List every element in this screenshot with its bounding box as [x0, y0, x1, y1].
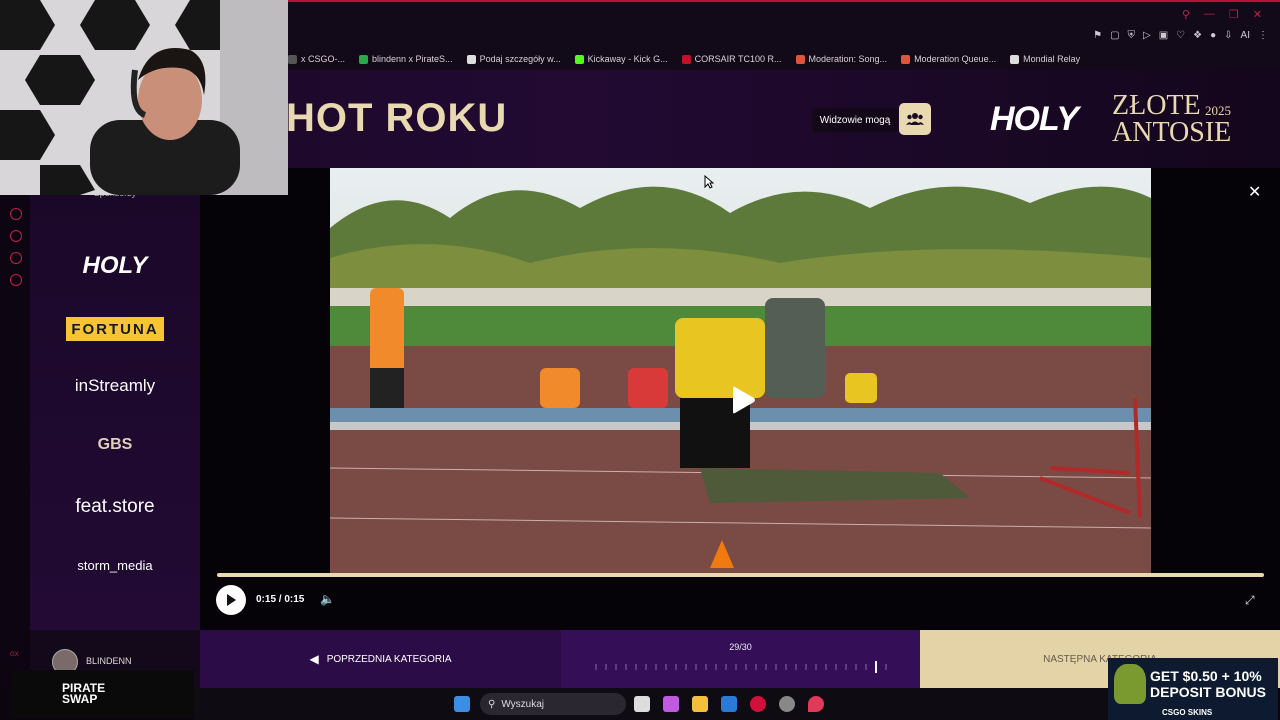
category-ticks [595, 661, 887, 673]
close-video-button[interactable]: ✕ [1248, 182, 1261, 202]
bookmark-label: x CSGO-... [301, 54, 346, 64]
copilot-icon[interactable] [663, 696, 679, 712]
app-icon[interactable] [779, 696, 795, 712]
time-display: 0:15 / 0:15 [256, 594, 305, 605]
volume-icon[interactable]: 🔈 [320, 592, 335, 606]
pirate-swap-ad[interactable]: PIRATE SWAP [12, 670, 194, 718]
csgo-ad-line2: DEPOSIT BONUS [1150, 684, 1266, 700]
sponsors-sidebar: Sponsorzy HOLY FORTUNA inStreamly GBS fe… [30, 168, 200, 630]
previous-category-button[interactable]: ◀ POPRZEDNIA KATEGORIA [200, 630, 561, 688]
heart-icon[interactable]: ♡ [1176, 30, 1185, 41]
video-scene [330, 168, 1151, 575]
bookmark-label: CORSAIR TC100 R... [694, 54, 782, 64]
side-icon-rail: GX [0, 168, 30, 688]
viewers-button[interactable] [899, 103, 931, 135]
holy-logo: HOLY [990, 100, 1079, 138]
taskbar-search-placeholder: Wyszukaj [501, 698, 545, 710]
bookmark-favicon-icon [1010, 54, 1020, 64]
opera-gx-icon[interactable] [750, 696, 766, 712]
bookmark-favicon-icon [681, 54, 691, 64]
taskbar-search[interactable]: ⚲ Wyszukaj [480, 693, 626, 715]
bookmark-label: Moderation: Song... [808, 54, 888, 64]
mascot-icon [1114, 664, 1146, 704]
category-progress: 29/30 [561, 630, 920, 688]
play-overlay-icon[interactable] [730, 386, 756, 414]
bookmark-item[interactable]: Moderation Queue... [901, 54, 996, 64]
window-controls: ⚲ — ❐ ✕ [1182, 8, 1262, 21]
ai-button[interactable]: AI [1241, 30, 1250, 41]
award-logo: ZŁOTE ANTOSIE [1112, 90, 1232, 148]
bookmark-item[interactable]: blindenn x PirateS... [359, 54, 453, 64]
bookmark-item[interactable]: Moderation: Song... [795, 54, 888, 64]
bookmark-label: Kickaway - Kick G... [587, 54, 668, 64]
search-icon[interactable]: ⚲ [1182, 8, 1190, 21]
bookmark-favicon-icon [574, 54, 584, 64]
restore-icon[interactable]: ❐ [1229, 8, 1239, 21]
minimize-icon[interactable]: — [1204, 8, 1215, 21]
screenshot-icon[interactable]: ▢ [1110, 30, 1119, 41]
viewers-label: Widzowie mogą [812, 108, 898, 132]
extensions-bar: ⚑ ▢ ⛨ ▷ ▣ ♡ ❖ ● ⇩ AI ⋮ [1093, 30, 1268, 41]
mouse-cursor [704, 174, 715, 194]
sponsor-holy[interactable]: HOLY [30, 252, 200, 280]
bookmark-label: Mondial Relay [1023, 54, 1081, 64]
play-circle-icon[interactable] [10, 208, 22, 220]
puzzle-icon[interactable]: ❖ [1193, 30, 1202, 41]
map-pin-icon[interactable] [808, 696, 824, 712]
pirate-swap-logo: PIRATE SWAP [62, 681, 106, 706]
shield-icon[interactable]: ⛨ [1128, 30, 1136, 41]
bookmark-favicon-icon [288, 54, 297, 64]
search-icon: ⚲ [488, 698, 496, 710]
users-icon [906, 113, 924, 125]
award-year: 2025 [1205, 103, 1231, 118]
category-title: HOT ROKU [286, 96, 508, 140]
bookmark-favicon-icon [795, 54, 805, 64]
bookmark-item[interactable]: Mondial Relay [1010, 54, 1080, 64]
play-ext-icon[interactable]: ▷ [1143, 30, 1151, 41]
clock-icon[interactable] [10, 230, 22, 242]
menu-icon[interactable]: ⋮ [1258, 30, 1268, 41]
bookmark-favicon-icon [359, 54, 369, 64]
sponsor-fortuna[interactable]: FORTUNA [66, 317, 164, 341]
webcam-overlay [0, 0, 288, 195]
close-window-icon[interactable]: ✕ [1253, 8, 1262, 21]
video-progress-bar[interactable] [217, 573, 1264, 577]
sponsor-gbs[interactable]: GBS [30, 436, 200, 454]
file-explorer-icon[interactable] [692, 696, 708, 712]
store-icon[interactable] [721, 696, 737, 712]
bookmark-label: blindenn x PirateS... [372, 54, 453, 64]
box-icon[interactable]: ▣ [1159, 30, 1168, 41]
settings-icon[interactable] [10, 274, 22, 286]
csgo-ad-brand: CSGO SKINS [1162, 708, 1213, 717]
pin-icon[interactable]: ⚑ [1093, 30, 1102, 41]
bookmark-item[interactable]: Podaj szczegóły w... [466, 54, 561, 64]
taskbar: ⚲ Wyszukaj [194, 688, 1108, 720]
user-icon[interactable]: ● [1210, 30, 1216, 41]
previous-category-label: POPRZEDNIA KATEGORIA [326, 653, 452, 665]
download-icon[interactable]: ⇩ [1224, 30, 1232, 41]
bookmark-item[interactable]: CORSAIR TC100 R... [681, 54, 782, 64]
gx-icon: GX [10, 652, 19, 658]
task-view-icon[interactable] [634, 696, 650, 712]
csgo-skins-ad[interactable]: GET $0.50 + 10% DEPOSIT BONUS CSGO SKINS [1108, 658, 1278, 720]
category-counter: 29/30 [729, 642, 752, 652]
bookmark-favicon-icon [901, 54, 911, 64]
bookmark-item[interactable]: x CSGO-... [288, 54, 345, 64]
sponsor-featstore[interactable]: feat.store [30, 496, 200, 518]
play-icon [227, 594, 236, 606]
user-name: BLINDENN [86, 656, 132, 666]
fullscreen-icon[interactable]: ⤢ [1245, 593, 1255, 608]
sponsor-storm-media[interactable]: storm_media [30, 558, 200, 573]
bookmark-label: Moderation Queue... [914, 54, 997, 64]
sponsor-instreamly[interactable]: inStreamly [30, 376, 200, 396]
csgo-ad-line1: GET $0.50 + 10% [1150, 668, 1262, 684]
video-frame[interactable] [330, 168, 1151, 575]
play-button[interactable] [216, 585, 246, 615]
windows-start-icon[interactable] [454, 696, 470, 712]
bookmark-item[interactable]: Kickaway - Kick G... [574, 54, 668, 64]
arrow-left-icon: ◀ [309, 652, 319, 666]
bookmark-label: Podaj szczegóły w... [479, 54, 561, 64]
chat-icon[interactable] [10, 252, 22, 264]
bookmark-favicon-icon [466, 54, 476, 64]
